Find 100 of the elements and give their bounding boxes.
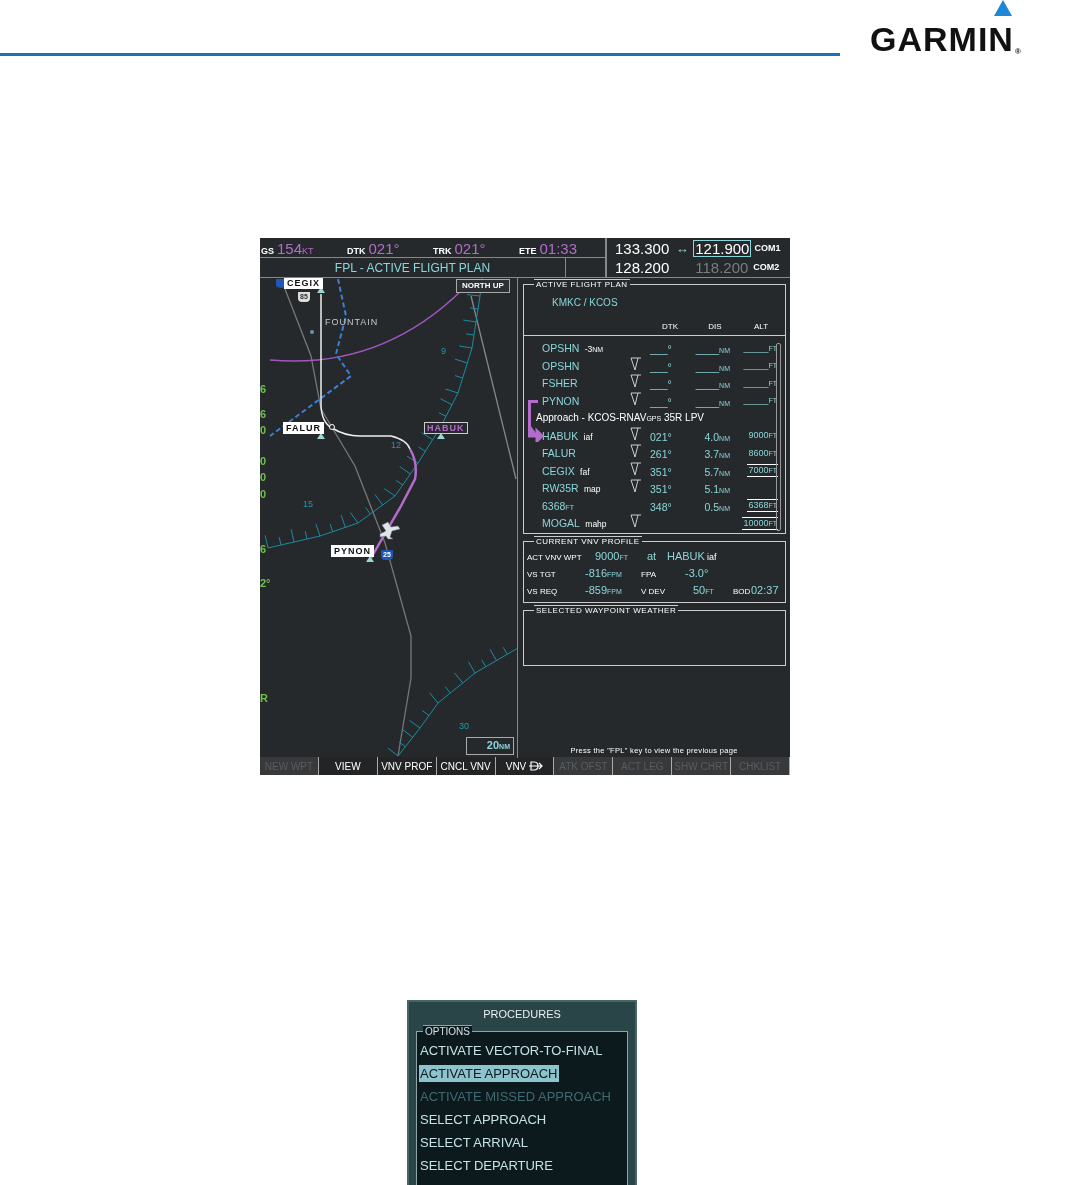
swap-arrow: ↔ [674,240,690,256]
profile-value: HABUK [667,550,706,562]
range-ring-label: 12 [391,440,401,450]
field-label: GS [261,246,274,256]
profile-label: FPA [641,570,657,579]
active-frequency: 133.300 [614,239,671,257]
waypoint-name: RW35R map [542,482,602,494]
column-header: DTK [661,322,679,333]
edge-digit: 0 [260,456,267,466]
menu-item[interactable]: SELECT DEPARTURE [419,1157,554,1174]
range-ring-label: 9 [441,346,446,356]
vnav-icon [630,391,642,406]
waypoint-name: PYNON [542,394,581,407]
window-title: PROCEDURES [483,1008,561,1020]
profile-value: iaf [707,552,718,562]
desired-track: 261° [650,448,672,460]
menu-item[interactable]: ACTIVATE VECTOR-TO-FINAL [419,1042,604,1059]
range-ring-label: 30 [459,721,469,731]
waypoint-label: FALUR [283,422,324,434]
waypoint-marker [329,424,335,430]
profile-label: BOD [733,587,751,596]
vnav-icon [630,514,642,528]
desired-track: 021° [650,430,672,443]
standby-frequency[interactable]: 121.900 [693,239,752,257]
waypoint-label: HABUK [424,422,468,434]
waypoint-name: HABUK iaf [542,429,594,442]
desired-track: ___° [650,360,672,373]
field-value: 01:33 [539,240,578,257]
waypoint-name: CEGIX faf [542,464,591,477]
waypoint-triangle-icon [366,556,374,562]
edge-digit: R [260,693,268,703]
waypoint-name: MOGAL mahp [542,517,608,529]
edge-digit: 2° [260,578,271,588]
waypoint-triangle-icon [437,433,445,439]
waypoint-name: OPSHN [542,359,581,372]
waypoint-triangle-icon [317,433,325,439]
desired-track: 351° [650,483,672,495]
edge-digit: 6 [260,544,267,554]
waypoint-label: CEGIX [284,278,323,289]
range-ring-label: 15 [303,499,313,509]
scrollbar[interactable] [776,343,781,531]
desired-track: ___° [650,395,672,408]
waypoint-name: FSHER [542,377,579,389]
panel-title: CURRENT VNV PROFILE [534,536,642,547]
page-title: FPL - ACTIVE FLIGHT PLAN [260,258,566,277]
desired-track: ___° [650,343,672,355]
edge-digit: 6 [260,409,267,419]
menu-item[interactable]: SELECT APPROACH [419,1111,548,1128]
edge-digit: 6 [260,384,267,394]
profile-label: VS TGT [527,570,557,579]
map-orientation-label: NORTH UP [456,279,510,293]
waypoint-triangle-icon [317,287,325,293]
group-title: OPTIONS [423,1025,472,1038]
column-header: DIS [707,322,723,333]
softkey[interactable]: CNCL VNV [436,757,496,775]
field-label: DTK [347,246,366,256]
desired-track: 351° [650,465,672,478]
vnav-icon [630,426,642,441]
field-value: 154KT [277,240,314,257]
direct-to-icon [529,761,544,771]
radio-label: COM1 [754,243,781,253]
edge-digit: 0 [260,489,267,499]
active-leg-arrow [528,423,544,442]
profile-value: -3.0° [685,567,710,579]
active-frequency: 128.200 [614,258,671,276]
desired-track: ___° [650,378,672,390]
panel-title: SELECTED WAYPOINT WEATHER [534,605,679,616]
standby-frequency[interactable]: 118.200 [693,258,751,276]
vnav-icon [630,374,642,388]
airplane-icon [379,521,401,540]
profile-value: at [647,550,658,562]
softkey[interactable]: VNV PROF [377,757,437,775]
vnav-icon [630,461,642,476]
desired-track: 348° [650,500,672,513]
profile-label: VS REQ [527,587,559,596]
city-dot [310,330,314,334]
field-value: 021° [454,240,486,257]
panel-title: ACTIVE FLIGHT PLAN [534,279,630,290]
route-label: KMKC / KCOS [551,296,619,308]
waypoint-name: FALUR [542,447,577,459]
city-label: FOUNTAIN [325,317,379,327]
triangle-icon [993,0,1012,16]
radio-label: COM2 [753,262,780,272]
softkey[interactable]: VIEW [318,757,378,775]
edge-digit: 0 [260,425,267,435]
menu-item[interactable]: ACTIVATE APPROACH [419,1065,559,1082]
waypoint-label: PYNON [331,545,374,557]
field-label: TRK [433,246,452,256]
vnav-icon [630,479,642,493]
profile-label: ACT VNV WPT [527,553,583,562]
field-value: 021° [368,240,400,257]
menu-item[interactable]: SELECT ARRIVAL [419,1134,529,1151]
field-label: ETE [519,246,537,256]
vnav-icon [630,356,642,371]
profile-label: V DEV [641,587,666,596]
softkey[interactable]: VNV [495,757,555,775]
column-header: ALT [752,322,770,333]
edge-digit: 0 [260,472,267,482]
brand-logo: GARMIN® [870,22,1022,56]
vnav-icon [630,444,642,458]
